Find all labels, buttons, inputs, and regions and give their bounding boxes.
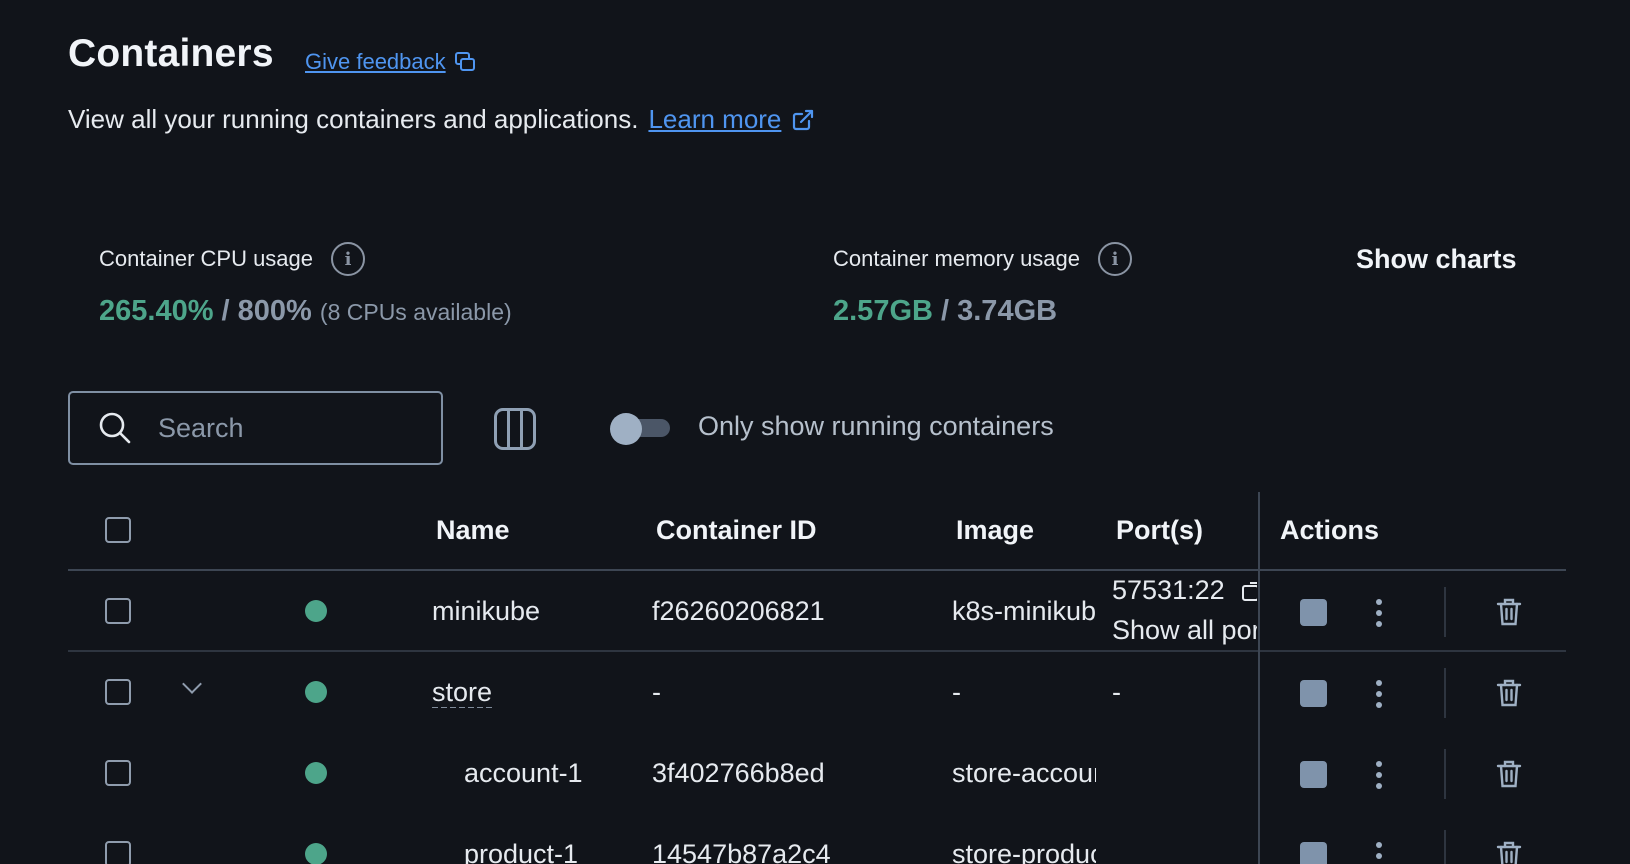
actions-divider (1444, 668, 1446, 718)
stop-icon[interactable] (1300, 680, 1327, 707)
column-header-actions: Actions (1280, 515, 1380, 545)
memory-total: 3.74GB (957, 295, 1058, 327)
stop-icon[interactable] (1300, 761, 1327, 788)
stop-icon[interactable] (1300, 842, 1327, 864)
memory-usage-label: Container memory usage i (833, 242, 1133, 276)
column-header-container-id[interactable]: Container ID (656, 515, 817, 546)
status-running-icon (305, 600, 327, 622)
info-icon[interactable]: i (331, 242, 366, 276)
column-header-ports[interactable]: Port(s) (1116, 515, 1203, 546)
status-running-icon (305, 762, 327, 784)
containers-table: Name Container ID Image Port(s) Actions … (68, 490, 1566, 864)
show-all-ports-link[interactable]: Show all ports (1112, 615, 1257, 646)
table-row[interactable]: account-1 3f402766b8ed store-account (68, 733, 1566, 814)
container-image[interactable]: store-account (952, 758, 1096, 789)
trash-icon[interactable] (1495, 759, 1523, 789)
subtitle-text: View all your running containers and app… (68, 104, 639, 134)
container-image: - (952, 677, 961, 707)
actions-divider (1444, 830, 1446, 864)
container-id: 14547b87a2c4 (652, 839, 831, 864)
status-running-icon (305, 681, 327, 703)
more-options-icon[interactable] (1375, 761, 1383, 789)
search-icon (99, 412, 131, 444)
running-only-toggle[interactable] (610, 413, 670, 445)
row-checkbox[interactable] (105, 598, 131, 624)
cpu-used: 265.40% (99, 295, 214, 327)
page-title: Containers (68, 32, 274, 75)
toggle-knob (610, 413, 642, 445)
row-checkbox[interactable] (105, 760, 131, 786)
external-link-icon (793, 109, 814, 130)
column-settings-button[interactable] (494, 408, 536, 450)
container-image[interactable]: k8s-minikube (952, 596, 1096, 627)
container-port[interactable]: 57531:22 (1112, 575, 1257, 606)
learn-more-link[interactable]: Learn more (648, 104, 815, 135)
container-name[interactable]: minikube (432, 596, 632, 627)
table-header: Name Container ID Image Port(s) Actions (68, 490, 1566, 571)
page-subtitle: View all your running containers and app… (68, 104, 815, 135)
trash-icon[interactable] (1495, 840, 1523, 864)
show-charts-button[interactable]: Show charts (1356, 244, 1517, 275)
learn-more-label: Learn more (648, 104, 782, 134)
more-options-icon[interactable] (1375, 599, 1383, 627)
trash-icon[interactable] (1495, 597, 1523, 627)
cpu-separator: / (213, 295, 238, 327)
more-options-icon[interactable] (1375, 680, 1383, 708)
select-all-checkbox[interactable] (105, 517, 131, 543)
stop-icon[interactable] (1300, 599, 1327, 626)
table-row[interactable]: store - - - (68, 652, 1566, 733)
table-row[interactable]: minikube f26260206821 k8s-minikube 57531… (68, 571, 1566, 652)
more-options-icon[interactable] (1375, 842, 1383, 864)
container-name[interactable]: product-1 (464, 839, 644, 864)
row-checkbox[interactable] (105, 841, 131, 864)
column-header-image[interactable]: Image (956, 515, 1034, 546)
info-icon[interactable]: i (1098, 242, 1133, 276)
search-input[interactable] (158, 412, 408, 444)
feedback-icon (454, 52, 475, 71)
trash-icon[interactable] (1495, 678, 1523, 708)
cpu-usage-label: Container CPU usage i (99, 242, 366, 276)
table-row[interactable]: product-1 14547b87a2c4 store-product (68, 814, 1566, 864)
chevron-down-icon[interactable] (182, 674, 202, 694)
give-feedback-label: Give feedback (305, 49, 446, 74)
memory-used: 2.57GB (833, 295, 933, 327)
actions-divider (1444, 587, 1446, 637)
search-box[interactable] (68, 391, 443, 465)
cpu-note: (8 CPUs available) (319, 299, 512, 325)
container-id: - (652, 677, 661, 707)
memory-separator: / (932, 295, 958, 327)
cpu-usage-title: Container CPU usage (99, 246, 314, 271)
container-port: - (1112, 677, 1121, 707)
memory-usage-title: Container memory usage (833, 246, 1081, 271)
container-name[interactable]: account-1 (464, 758, 644, 789)
container-image[interactable]: store-product (952, 839, 1096, 864)
container-id: f26260206821 (652, 596, 825, 626)
port-mapping[interactable]: 57531:22 (1112, 575, 1225, 605)
container-name[interactable]: store (432, 677, 632, 708)
memory-usage-value: 2.57GB / 3.74GB (833, 295, 1057, 328)
actions-divider (1444, 749, 1446, 799)
column-header-name[interactable]: Name (436, 515, 510, 546)
row-checkbox[interactable] (105, 679, 131, 705)
status-running-icon (305, 843, 327, 864)
give-feedback-link[interactable]: Give feedback (305, 49, 476, 75)
cpu-usage-value: 265.40% / 800% (8 CPUs available) (99, 295, 512, 328)
port-link-icon (1242, 581, 1257, 601)
toggle-label: Only show running containers (698, 411, 1054, 441)
cpu-total: 800% (237, 295, 312, 327)
container-id: 3f402766b8ed (652, 758, 825, 788)
sticky-actions-divider (1258, 492, 1260, 864)
